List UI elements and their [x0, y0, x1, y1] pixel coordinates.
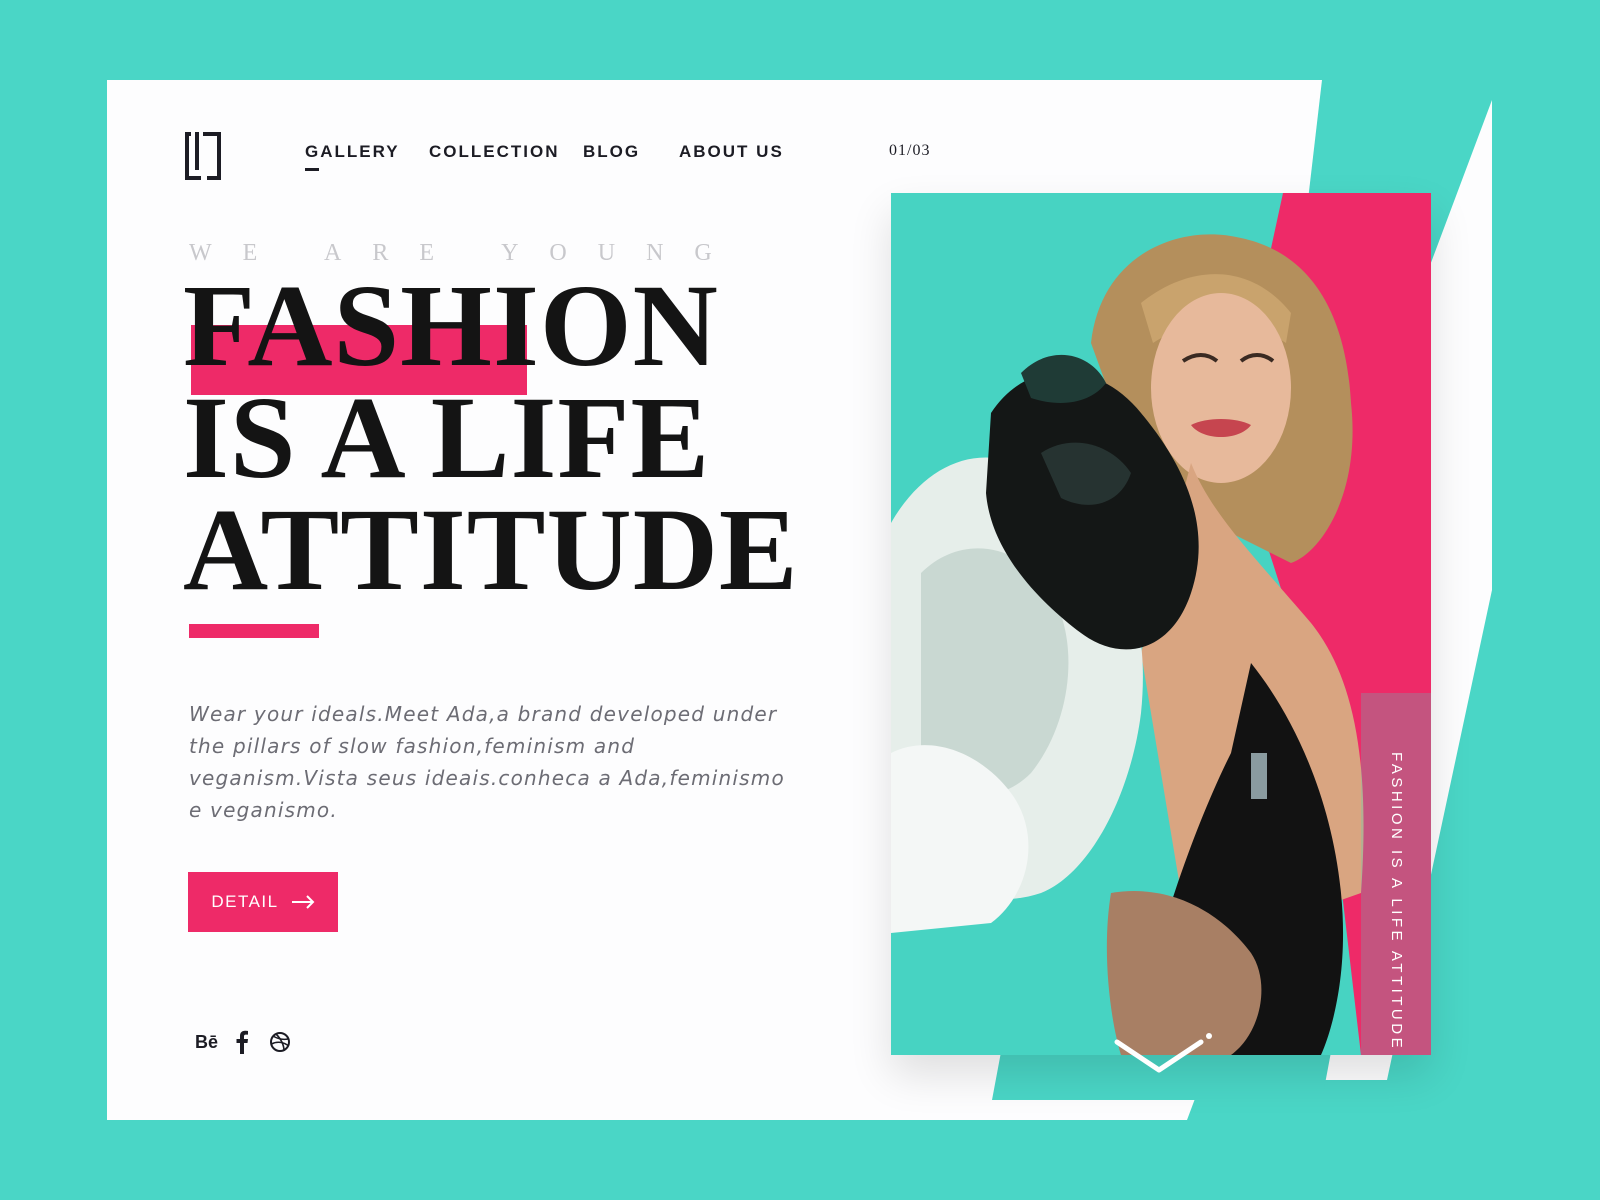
- arrow-right-icon: [291, 895, 315, 909]
- detail-button[interactable]: DETAIL: [188, 872, 338, 932]
- pager-total: 03: [912, 142, 931, 159]
- headline-line-1: FASHION: [183, 260, 719, 391]
- nav-item-about-us[interactable]: ABOUT US: [679, 142, 784, 162]
- headline-line-3: ATTITUDE: [183, 484, 799, 615]
- chevron-down-icon[interactable]: [1107, 1030, 1217, 1080]
- hero-photo: [891, 193, 1431, 1055]
- slide-pager: 01/03: [889, 142, 930, 160]
- nav-item-gallery[interactable]: GALLERY: [305, 142, 400, 171]
- pager-current: 01: [889, 142, 907, 159]
- behance-icon[interactable]: Bē: [195, 1030, 218, 1054]
- hero-headline: FASHION IS A LIFE ATTITUDE: [183, 260, 823, 615]
- lj-monogram-icon[interactable]: [185, 130, 227, 180]
- landing-card: GALLERY COLLECTION BLOG ABOUT US 01/03 W…: [107, 80, 1492, 1120]
- fashion-model-image: [891, 193, 1431, 1055]
- hero-description: Wear your ideals.Meet Ada,a brand develo…: [189, 702, 785, 822]
- headline-line-2: IS A LIFE: [183, 372, 711, 503]
- page-background: GALLERY COLLECTION BLOG ABOUT US 01/03 W…: [0, 0, 1600, 1200]
- facebook-icon[interactable]: [235, 1030, 249, 1054]
- headline-underline: [189, 624, 319, 638]
- detail-button-label: DETAIL: [211, 892, 279, 911]
- vertical-caption: FASHION IS A LIFE ATTITUDE: [1388, 752, 1405, 1052]
- dribbble-icon[interactable]: [269, 1030, 291, 1054]
- nav-item-blog[interactable]: BLOG: [583, 142, 640, 162]
- nav-item-collection[interactable]: COLLECTION: [429, 142, 560, 162]
